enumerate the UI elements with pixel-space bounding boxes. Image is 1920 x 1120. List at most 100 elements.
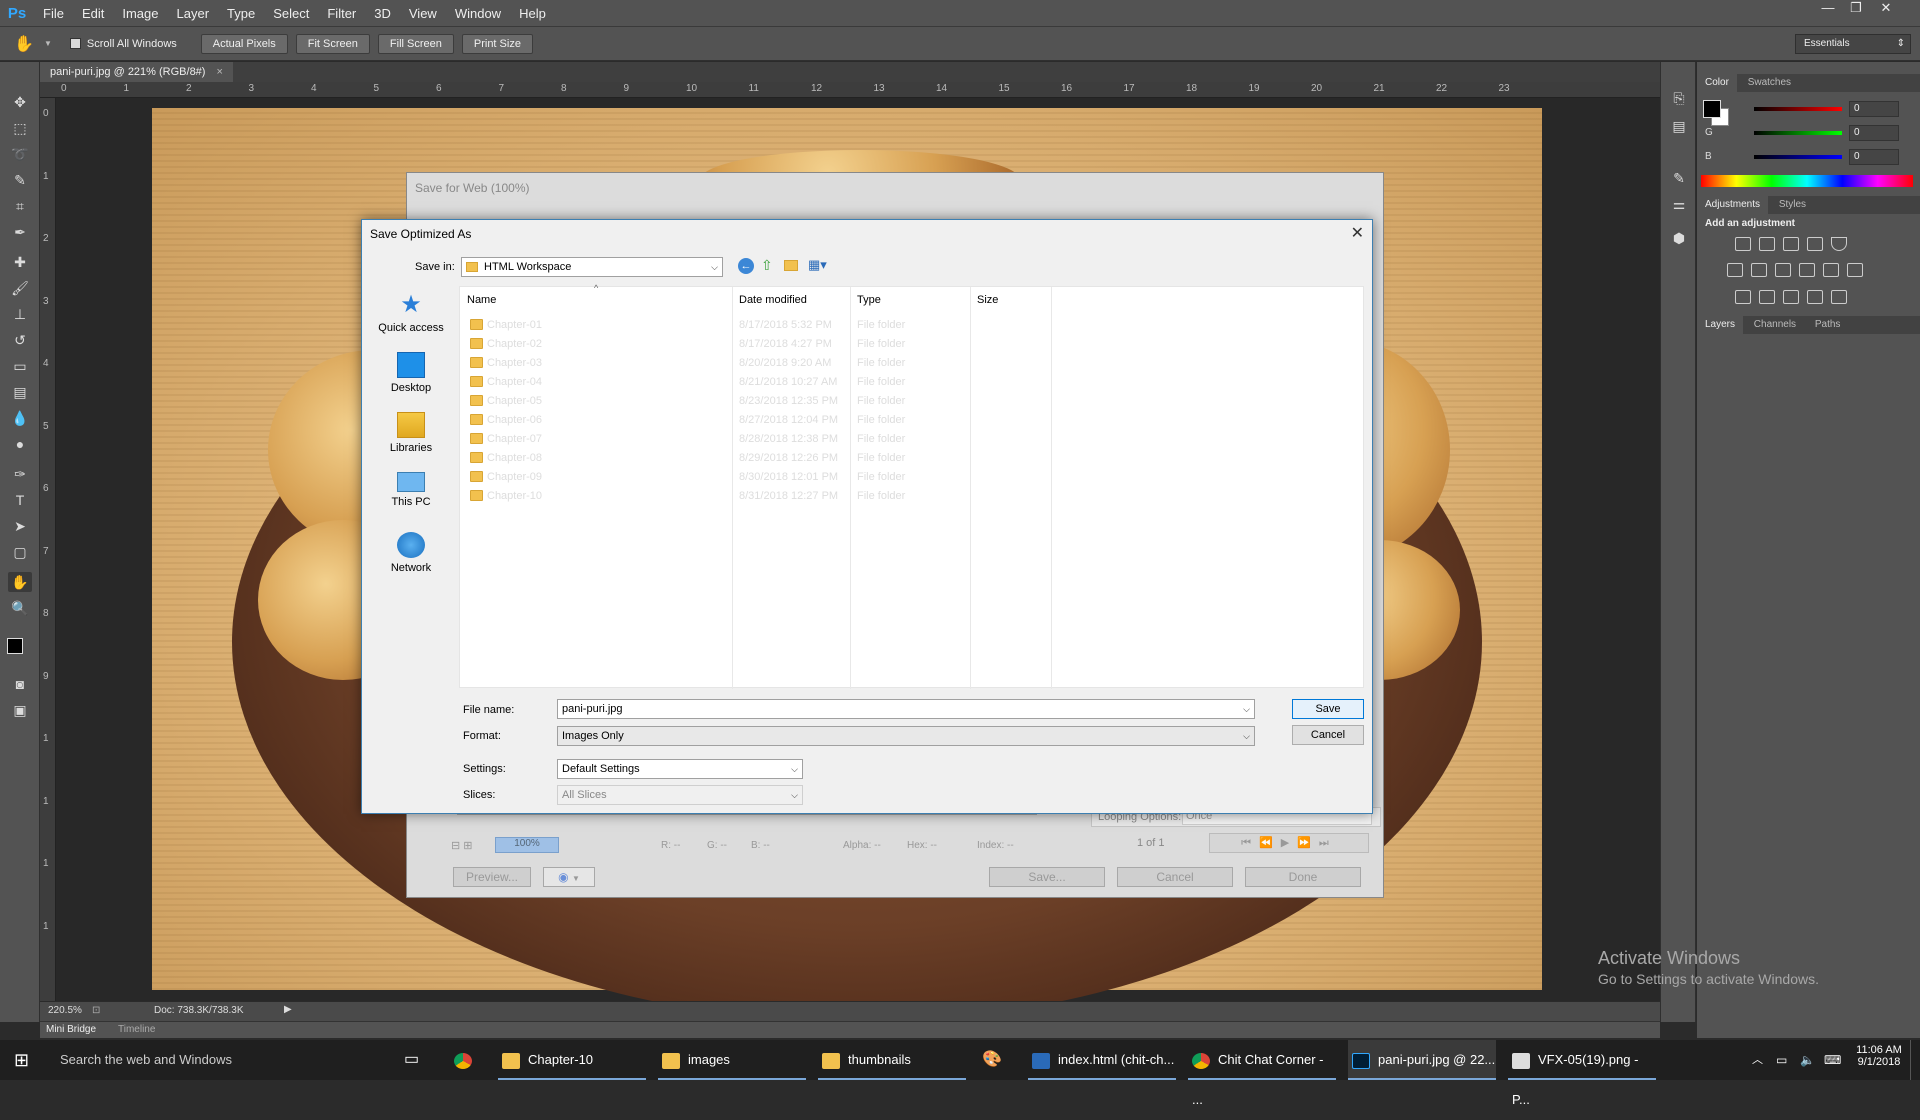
close-icon[interactable]: ✕ [1351, 223, 1364, 243]
photo-filter-icon[interactable] [1799, 263, 1815, 277]
tab-layers[interactable]: Layers [1697, 316, 1744, 334]
file-row[interactable]: Chapter-07 8/28/2018 12:38 PM File folder [460, 430, 1365, 449]
status-info-icon[interactable]: ⊡ [92, 1005, 100, 1016]
search-box[interactable]: Search the web and Windows [60, 1040, 232, 1080]
new-folder-icon[interactable] [784, 260, 798, 271]
screen-mode-icon[interactable]: ▣ [8, 700, 32, 720]
tab-channels[interactable]: Channels [1746, 316, 1804, 334]
posterize-icon[interactable] [1759, 290, 1775, 304]
show-desktop-button[interactable] [1910, 1040, 1920, 1080]
file-list[interactable]: ^ Name Date modified Type Size Chapter-0… [459, 283, 1365, 689]
menu-file[interactable]: File [34, 6, 73, 21]
save-button[interactable]: Save [1292, 699, 1364, 719]
channel-gradient[interactable] [1754, 107, 1842, 111]
black-white-icon[interactable] [1775, 263, 1791, 277]
file-row[interactable]: Chapter-05 8/23/2018 12:35 PM File folder [460, 392, 1365, 411]
file-name-input[interactable]: pani-puri.jpg ⌵ [557, 699, 1255, 719]
file-row[interactable]: Chapter-02 8/17/2018 4:27 PM File folder [460, 335, 1365, 354]
preview-button[interactable]: Preview... [453, 867, 531, 887]
menu-edit[interactable]: Edit [73, 6, 113, 21]
tray-chevron-icon[interactable]: ︿ [1752, 1040, 1763, 1080]
dodge-tool-icon[interactable]: ● [8, 434, 32, 454]
sfw-cancel-button[interactable]: Cancel [1117, 867, 1233, 887]
place-desktop[interactable]: Desktop [362, 352, 460, 394]
menu-window[interactable]: Window [446, 6, 510, 21]
tool-preset-chevron-icon[interactable]: ▼ [44, 39, 52, 48]
brightness-icon[interactable] [1735, 237, 1751, 251]
levels-icon[interactable] [1759, 237, 1775, 251]
status-menu-arrow-icon[interactable]: ▶ [284, 1004, 292, 1015]
tab-adjustments[interactable]: Adjustments [1697, 196, 1769, 214]
channel-gradient[interactable] [1754, 131, 1842, 135]
brush-tool-icon[interactable]: 🖌 [8, 278, 32, 298]
hue-saturation-icon[interactable] [1727, 263, 1743, 277]
file-row[interactable]: Chapter-08 8/29/2018 12:26 PM File folder [460, 449, 1365, 468]
menu-layer[interactable]: Layer [168, 6, 219, 21]
close-window-button[interactable]: ✕ [1872, 0, 1900, 18]
chrome-pinned-icon[interactable] [454, 1040, 480, 1080]
exposure-icon[interactable] [1807, 237, 1823, 251]
clock[interactable]: 11:06 AM 9/1/2018 [1854, 1044, 1904, 1068]
menu-help[interactable]: Help [510, 6, 555, 21]
minimize-button[interactable]: — [1814, 0, 1842, 18]
healing-brush-tool-icon[interactable]: ✚ [8, 252, 32, 272]
tab-color[interactable]: Color [1697, 74, 1737, 92]
taskbar-thumbnails[interactable]: thumbnails [818, 1040, 966, 1080]
pen-tool-icon[interactable]: ✑ [8, 464, 32, 484]
up-folder-icon[interactable]: ⇧ [761, 257, 773, 274]
column-header-name[interactable]: Name [467, 294, 496, 306]
taskbar-photoshop-pani-puri[interactable]: pani-puri.jpg @ 22... [1348, 1040, 1496, 1080]
restore-button[interactable]: ❐ [1842, 0, 1870, 18]
color-ramp[interactable] [1701, 175, 1913, 187]
cancel-button[interactable]: Cancel [1292, 725, 1364, 745]
menu-image[interactable]: Image [113, 6, 167, 21]
menu-3d[interactable]: 3D [365, 6, 400, 21]
3d-panel-icon[interactable]: ⬢ [1667, 228, 1691, 248]
curves-icon[interactable] [1783, 237, 1799, 251]
blur-tool-icon[interactable]: 💧 [8, 408, 32, 428]
sfw-save-button[interactable]: Save... [989, 867, 1105, 887]
tab-swatches[interactable]: Swatches [1740, 74, 1799, 92]
path-selection-tool-icon[interactable]: ➤ [8, 516, 32, 536]
close-tab-icon[interactable]: × [217, 66, 223, 78]
column-header-type[interactable]: Type [857, 294, 881, 306]
scroll-all-windows-checkbox[interactable]: Scroll All Windows [69, 38, 177, 50]
marquee-tool-icon[interactable]: ⬚ [8, 118, 32, 138]
zoom-controls[interactable]: ⊟ ⊞ [451, 839, 473, 852]
sfw-done-button[interactable]: Done [1245, 867, 1361, 887]
file-row[interactable]: Chapter-06 8/27/2018 12:04 PM File folder [460, 411, 1365, 430]
view-menu-icon[interactable]: ▦▾ [808, 257, 827, 273]
actual-pixels-button[interactable]: Actual Pixels [200, 33, 288, 54]
zoom-select[interactable]: 100% [495, 837, 559, 853]
back-icon[interactable]: ← [738, 258, 754, 274]
channel-value[interactable]: 0 [1849, 125, 1899, 141]
channel-gradient[interactable] [1754, 155, 1842, 159]
column-header-date[interactable]: Date modified [739, 294, 807, 306]
column-header-size[interactable]: Size [977, 294, 998, 306]
tab-mini-bridge[interactable]: Mini Bridge [46, 1024, 96, 1035]
file-row[interactable]: Chapter-10 8/31/2018 12:27 PM File folder [460, 487, 1365, 506]
gradient-map-icon[interactable] [1831, 290, 1847, 304]
threshold-icon[interactable] [1783, 290, 1799, 304]
channel-mixer-icon[interactable] [1823, 263, 1839, 277]
history-brush-tool-icon[interactable]: ↺ [8, 330, 32, 350]
shape-tool-icon[interactable]: ▢ [8, 542, 32, 562]
fill-screen-button[interactable]: Fill Screen [377, 33, 454, 54]
vibrance-icon[interactable] [1831, 237, 1847, 251]
channel-value[interactable]: 0 [1849, 101, 1899, 117]
lasso-tool-icon[interactable]: ➰ [8, 144, 32, 164]
clone-source-panel-icon[interactable]: ⚌ [1667, 194, 1691, 214]
brush-panel-icon[interactable]: ✎ [1667, 168, 1691, 188]
document-tab[interactable]: pani-puri.jpg @ 221% (RGB/8#) × [40, 62, 233, 82]
foreground-color-swatch[interactable] [1703, 100, 1721, 118]
quick-mask-icon[interactable]: ◙ [8, 674, 32, 694]
place-this-pc[interactable]: This PC [362, 472, 460, 508]
settings-select[interactable]: Default Settings ⌵ [557, 759, 803, 779]
eyedropper-tool-icon[interactable]: ✒ [8, 222, 32, 242]
red-channel-slider[interactable]: R 0 [1697, 100, 1920, 120]
workspace-switcher[interactable]: Essentials ⇕ [1795, 34, 1911, 54]
type-tool-icon[interactable]: T [8, 490, 32, 510]
foreground-color-swatch[interactable] [7, 638, 23, 654]
menu-type[interactable]: Type [218, 6, 264, 21]
format-select[interactable]: Images Only ⌵ [557, 726, 1255, 746]
